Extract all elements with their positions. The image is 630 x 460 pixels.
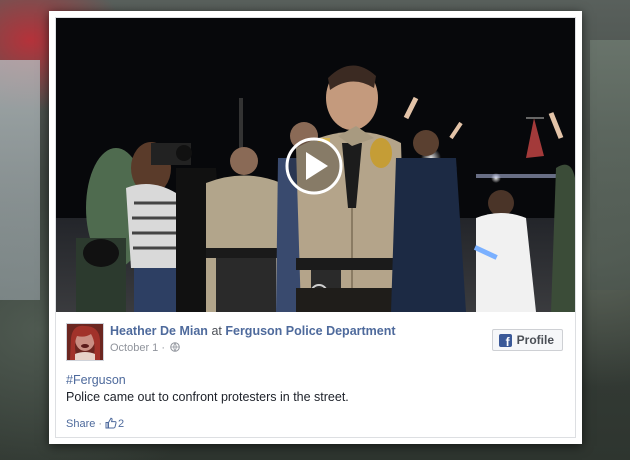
- facebook-logo-icon: f: [498, 333, 512, 348]
- author-name-link[interactable]: Heather De Mian: [110, 324, 208, 338]
- video-player[interactable]: [56, 18, 575, 312]
- background-blur-right: [590, 40, 630, 290]
- facebook-post: Heather De Mian at Ferguson Police Depar…: [55, 17, 576, 438]
- profile-button-label: Profile: [516, 333, 554, 347]
- avatar-image: [67, 324, 103, 360]
- embedded-post-card: Heather De Mian at Ferguson Police Depar…: [49, 11, 582, 444]
- at-text: at: [211, 324, 222, 338]
- page-name-link[interactable]: Ferguson Police Department: [225, 324, 395, 338]
- thumbs-up-icon: [105, 417, 117, 429]
- profile-button[interactable]: f Profile: [491, 329, 563, 351]
- post-author-line: Heather De Mian at Ferguson Police Depar…: [110, 324, 396, 338]
- background-blur-left: [0, 60, 40, 300]
- post-message: Police came out to confront protesters i…: [66, 390, 349, 404]
- actions-separator: ·: [98, 417, 103, 430]
- post-date-line: October 1 ·: [110, 342, 180, 354]
- share-link[interactable]: Share: [66, 418, 95, 430]
- author-avatar[interactable]: [66, 323, 104, 361]
- hashtag-link[interactable]: #Ferguson: [66, 373, 126, 387]
- globe-icon: [170, 342, 180, 352]
- play-button[interactable]: [285, 137, 343, 195]
- post-actions: Share · 2: [66, 417, 124, 431]
- video-thumbnail: [56, 18, 575, 312]
- date-separator: ·: [161, 342, 166, 354]
- post-date-link[interactable]: October 1: [110, 342, 158, 354]
- like-count-link[interactable]: 2: [105, 417, 124, 430]
- like-count: 2: [118, 418, 125, 430]
